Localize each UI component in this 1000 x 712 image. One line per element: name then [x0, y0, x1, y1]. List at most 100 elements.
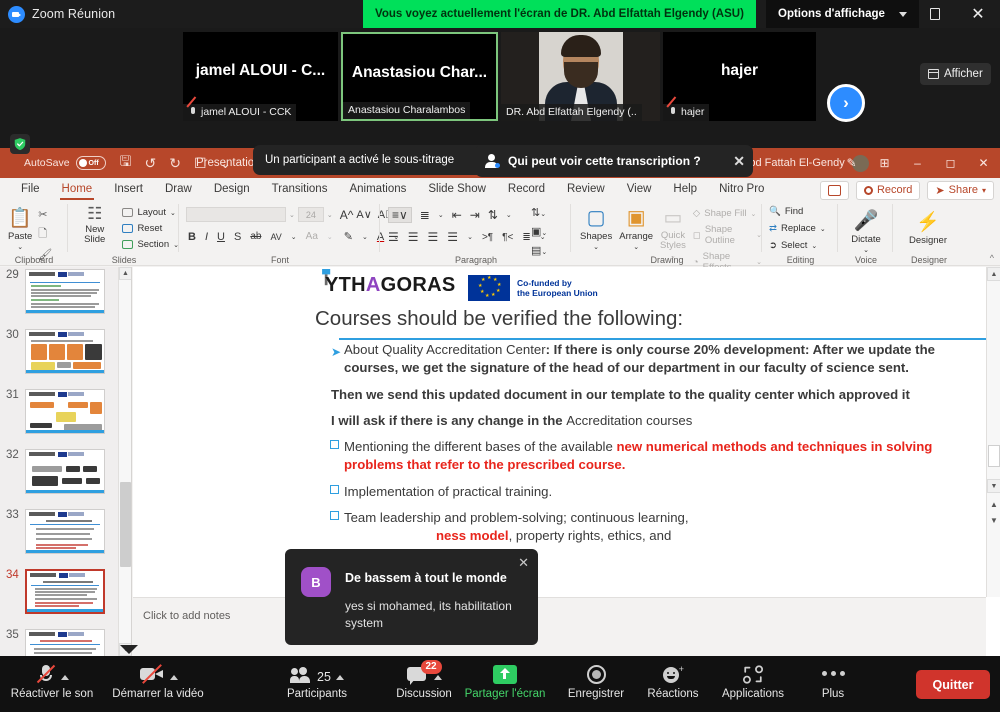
slide-title[interactable]: Courses should be verified the following… [315, 307, 987, 331]
toolbar-participants-button[interactable]: 25 Participants [262, 662, 372, 708]
next-slide-icon[interactable]: ▼ [987, 513, 1000, 527]
slide-body-text[interactable]: ➤ About Quality Accreditation Center: If… [330, 341, 991, 546]
character-spacing-button[interactable]: AV [270, 232, 281, 242]
autosave-switch[interactable]: Off [75, 156, 106, 170]
paste-button[interactable]: 📋 Paste ⌄ [8, 206, 32, 261]
tab-animations[interactable]: Animations [338, 178, 417, 200]
underline-button[interactable]: U [217, 231, 225, 243]
tab-draw[interactable]: Draw [154, 178, 203, 200]
zoom-minimize-button[interactable] [920, 0, 950, 28]
slide-panel-scrollbar[interactable]: ▲ ▼ [118, 267, 131, 656]
decrease-list-level-button[interactable]: ⇤ [452, 208, 462, 222]
ppt-pen-icon[interactable]: ✎ [835, 148, 868, 178]
scroll-thumb[interactable] [120, 482, 131, 567]
shapes-button[interactable]: ▢ Shapes ⌄ [580, 205, 612, 251]
video-tile-anastasiou[interactable]: Anastasiou Char... Anastasiou Charalambo… [341, 32, 498, 121]
increase-font-size-icon[interactable]: A^ [340, 208, 354, 222]
toolbar-mute-button[interactable]: Réactiver le son [6, 662, 98, 708]
tab-design[interactable]: Design [203, 178, 261, 200]
notes-pane[interactable]: Click to add notes [133, 597, 986, 656]
toolbar-apps-button[interactable]: Applications [708, 662, 798, 708]
shape-fill-button[interactable]: ◇ Shape Fill ⌄ [693, 208, 762, 219]
decrease-font-size-icon[interactable]: A∨ [356, 208, 371, 221]
arrange-button[interactable]: ▣ Arrange ⌄ [619, 205, 653, 251]
leave-meeting-button[interactable]: Quitter [916, 670, 990, 699]
tab-review[interactable]: Review [556, 178, 616, 200]
tab-nitro-pro[interactable]: Nitro Pro [708, 178, 775, 200]
change-case-button[interactable]: Aa [306, 231, 318, 242]
chevron-up-icon[interactable] [433, 675, 442, 680]
redo-icon[interactable]: ↻ [169, 155, 181, 172]
select-button[interactable]: ➲ Select ⌄ [769, 240, 826, 251]
scroll-down-icon[interactable]: ▼ [987, 479, 1000, 493]
toast-close-button[interactable]: ✕ [733, 153, 745, 170]
slide-thumbnail-31[interactable]: 31 [0, 387, 131, 447]
replace-button[interactable]: ⇄ Replace ⌄ [769, 223, 826, 234]
slide-thumbnail-34[interactable]: 34 [0, 567, 131, 627]
tab-home[interactable]: Home [51, 178, 104, 200]
bold-button[interactable]: B [188, 231, 196, 243]
sort-button[interactable]: ⇅⌄ [531, 206, 547, 219]
record-button[interactable]: Record [855, 180, 921, 200]
tab-help[interactable]: Help [662, 178, 708, 200]
previous-slide-icon[interactable]: ▲ [987, 497, 1000, 511]
strikethrough-button[interactable]: ab [250, 231, 261, 242]
display-options-button[interactable]: Options d'affichage [766, 0, 919, 28]
autosave-toggle[interactable]: AutoSave Off [0, 156, 106, 170]
shape-outline-button[interactable]: ◻ Shape Outline ⌄ [693, 224, 762, 246]
toolbar-reactions-button[interactable]: + Réactions [638, 662, 708, 708]
copy-icon[interactable]: 🗋 [38, 225, 52, 244]
ppt-add-icon[interactable]: ⊞ [868, 148, 901, 178]
find-button[interactable]: 🔍 Find [769, 206, 826, 217]
tab-insert[interactable]: Insert [103, 178, 154, 200]
designer-button[interactable]: ⚡ Designer [904, 210, 952, 246]
scroll-up-icon[interactable]: ▲ [987, 267, 1000, 281]
next-participants-button[interactable]: › [827, 84, 865, 122]
numbering-button[interactable]: ≣ [420, 208, 430, 222]
chat-popup-close-button[interactable]: ✕ [518, 555, 529, 571]
toolbar-more-button[interactable]: Plus [800, 662, 866, 708]
afficher-view-button[interactable]: Afficher [920, 63, 991, 85]
transcription-notification-toast[interactable]: Qui peut voir cette transcription ? ✕ [475, 145, 753, 177]
cut-icon[interactable]: ✂ [38, 208, 52, 221]
text-highlight-color-icon[interactable]: ✎ [344, 230, 353, 243]
font-size-input[interactable]: 24 [297, 207, 324, 222]
slide-area-scrollbar[interactable]: ▲ ▼ ▲ ▼ [986, 267, 1000, 597]
undo-icon[interactable]: ↺ [144, 155, 156, 172]
text-direction-ltr-button[interactable]: >¶ [482, 232, 493, 243]
collapse-ribbon-button[interactable]: ^ [990, 253, 994, 263]
scroll-thumb[interactable] [988, 445, 1000, 467]
text-shadow-button[interactable]: S [234, 231, 241, 243]
tab-file[interactable]: File [10, 178, 51, 200]
layout-button[interactable]: Layout ⌄ [122, 207, 179, 218]
scroll-up-icon[interactable]: ▲ [119, 267, 131, 280]
align-text-button[interactable]: ▣⌄ [531, 225, 547, 238]
ppt-restore-button[interactable]: ◻ [934, 148, 967, 178]
chevron-up-icon[interactable] [60, 675, 69, 680]
slide-thumbnail-32[interactable]: 32 [0, 447, 131, 507]
save-icon[interactable]: 🖫 [120, 151, 132, 175]
text-direction-rtl-button[interactable]: ¶< [502, 232, 513, 243]
tab-slide-show[interactable]: Slide Show [417, 178, 497, 200]
video-tile-elgendy[interactable]: DR. Abd Elfattah Elgendy (.. [501, 32, 660, 121]
slide-thumbnail-29[interactable]: 29 [0, 267, 131, 327]
tab-record[interactable]: Record [497, 178, 556, 200]
tab-view[interactable]: View [616, 178, 663, 200]
section-button[interactable]: Section ⌄ [122, 239, 179, 250]
ppt-minimize-button[interactable]: – [901, 148, 934, 178]
line-spacing-button[interactable]: ⇅ [488, 208, 498, 222]
ppt-close-button[interactable]: ✕ [967, 148, 1000, 178]
toolbar-video-button[interactable]: Démarrer la vidéo [105, 662, 211, 708]
justify-button[interactable]: ☰ [447, 230, 458, 244]
quick-styles-button[interactable]: ▭ Quick Styles ⌄ [660, 205, 686, 260]
zoom-close-button[interactable]: ✕ [962, 0, 994, 28]
share-button[interactable]: ➤ Share ▾ [927, 180, 994, 200]
align-right-button[interactable]: ☰ [428, 230, 439, 244]
slide-thumbnail-30[interactable]: 30 [0, 327, 131, 387]
toolbar-record-button[interactable]: Enregistrer [556, 662, 636, 708]
chevron-up-icon[interactable] [169, 675, 178, 680]
chevron-up-icon[interactable] [335, 675, 344, 680]
reset-button[interactable]: Reset [122, 223, 179, 234]
slide-thumbnail-35[interactable]: 35 [0, 627, 131, 656]
center-button[interactable]: ☰ [408, 230, 419, 244]
